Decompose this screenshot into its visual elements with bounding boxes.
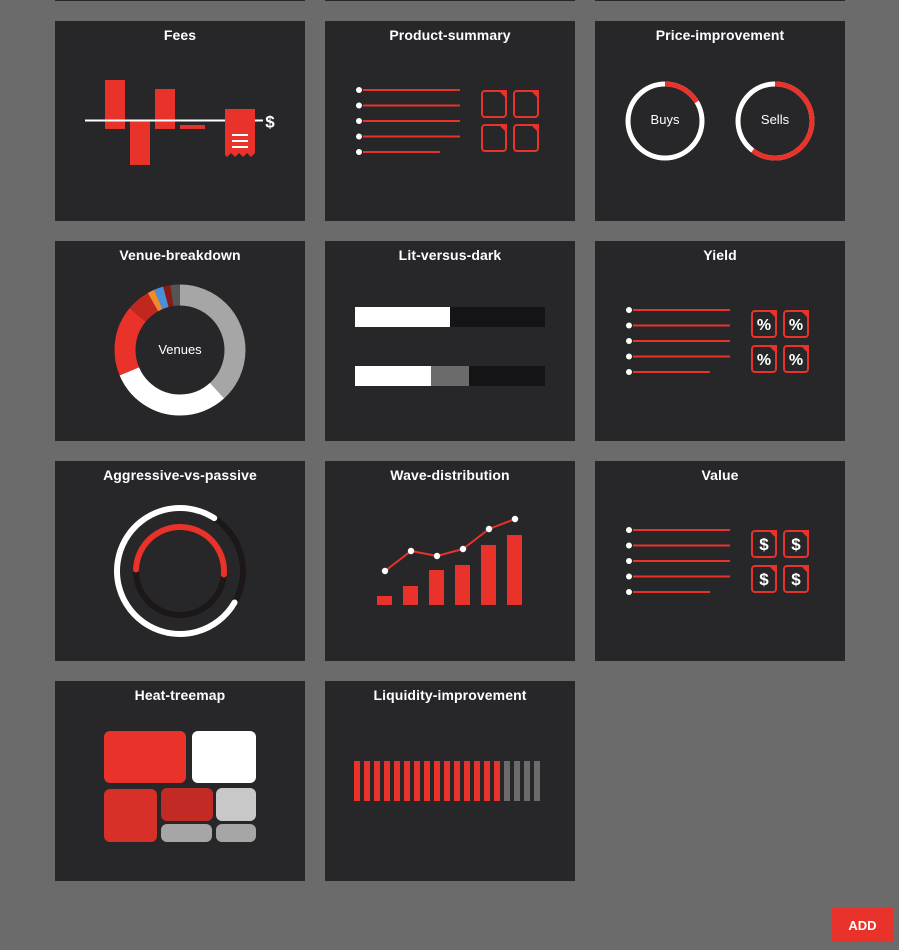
tile-heat-treemap[interactable]: Heat-treemap <box>55 681 305 881</box>
percent-glyph: % <box>757 352 771 369</box>
percent-icon: % % % % <box>751 310 809 373</box>
dollar-glyph: $ <box>791 535 801 554</box>
tile-aggressive-vs-passive[interactable]: Aggressive-vs-passive <box>55 461 305 661</box>
tile-price-improvement[interactable]: Price-improvement Buys Sells <box>595 21 845 221</box>
add-button[interactable]: ADD <box>832 908 893 942</box>
dollar-icon: $ $ $ $ <box>751 530 809 593</box>
buys-label: Buys <box>650 112 680 127</box>
bar-line-chart-icon <box>377 515 522 605</box>
tile-product-summary[interactable]: Product-summary <box>325 21 575 221</box>
list-icon: $ $ $ $ <box>626 527 809 595</box>
tile-lit-versus-dark[interactable]: Lit-versus-dark <box>325 241 575 441</box>
dollar-glyph: $ <box>759 570 769 589</box>
tile-partial-1 <box>55 0 305 1</box>
sells-label: Sells <box>760 112 790 127</box>
dollar-glyph: $ <box>791 570 801 589</box>
tile-venue-breakdown[interactable]: Venue-breakdown Venues <box>55 241 305 441</box>
list-icon: % % % % <box>626 307 809 375</box>
percent-glyph: % <box>757 317 771 334</box>
bar-chart-icon: $ <box>85 80 275 165</box>
tile-yield[interactable]: Yield % % % % <box>595 241 845 441</box>
progress-bar-icon <box>355 307 545 386</box>
striped-bar-icon <box>354 761 540 801</box>
tile-wave-distribution[interactable]: Wave-distribution <box>325 461 575 661</box>
tile-liquidity-improvement[interactable]: Liquidity-improvement <box>325 681 575 881</box>
venues-label: Venues <box>158 342 202 357</box>
tile-value[interactable]: Value $ $ $ $ <box>595 461 845 661</box>
tile-partial-3 <box>595 0 845 1</box>
percent-glyph: % <box>789 352 803 369</box>
dollar-glyph: $ <box>759 535 769 554</box>
ring-gauge-icon <box>625 81 815 161</box>
tile-partial-2 <box>325 0 575 1</box>
receipt-icon <box>225 109 255 157</box>
document-grid-icon <box>481 90 539 152</box>
tile-fees[interactable]: Fees $ <box>55 21 305 221</box>
donut-chart-icon <box>114 284 246 416</box>
percent-glyph: % <box>789 317 803 334</box>
concentric-ring-icon <box>114 505 246 637</box>
list-icon <box>356 87 539 155</box>
treemap-icon <box>104 731 256 842</box>
dollar-icon: $ <box>265 112 275 131</box>
